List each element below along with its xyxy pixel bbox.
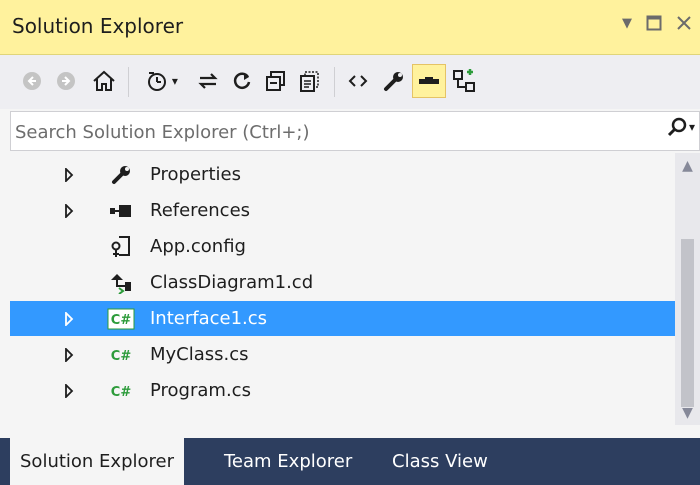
- tree-item-program[interactable]: C# Program.cs: [10, 373, 675, 408]
- vertical-scrollbar[interactable]: ▲ ▼: [675, 153, 700, 425]
- view-class-diagram-icon[interactable]: [448, 65, 480, 97]
- home-icon[interactable]: [88, 65, 120, 97]
- toolbar-separator: [128, 67, 129, 97]
- class-diagram-icon: [106, 268, 136, 298]
- solution-tree: Properties References App.config ClassDi…: [10, 153, 675, 425]
- view-code-icon[interactable]: [342, 65, 374, 97]
- preview-selected-items-icon[interactable]: [412, 64, 446, 98]
- toolbar-separator: [334, 67, 335, 97]
- tree-item-label: References: [150, 200, 251, 221]
- tree-item-label: Interface1.cs: [150, 308, 268, 329]
- tree-item-interface1[interactable]: C# Interface1.cs: [10, 301, 675, 336]
- solution-explorer-panel: Solution Explorer ▼ ▾ Search Solution Ex…: [0, 0, 700, 485]
- search-box: ▾: [10, 111, 700, 152]
- title-bar[interactable]: Solution Explorer ▼: [0, 0, 700, 55]
- sync-with-document-icon[interactable]: [192, 65, 224, 97]
- tree-item-label: Properties: [150, 164, 241, 185]
- svg-text:C#: C#: [111, 385, 132, 400]
- expand-arrow-icon[interactable]: [62, 311, 76, 326]
- tree-item-label: App.config: [150, 236, 246, 257]
- tree-item-label: ClassDiagram1.cd: [150, 272, 314, 293]
- close-icon[interactable]: [676, 12, 692, 36]
- references-icon: [106, 196, 136, 226]
- scroll-down-arrow-icon[interactable]: ▼: [675, 400, 700, 425]
- refresh-icon[interactable]: [226, 65, 258, 97]
- window-controls: ▼: [622, 12, 692, 36]
- panel-title: Solution Explorer: [12, 14, 184, 38]
- wrench-icon: [106, 160, 136, 190]
- pending-changes-filter-icon[interactable]: ▾: [138, 65, 186, 97]
- expand-arrow-icon[interactable]: [62, 347, 76, 362]
- tree-item-myclass[interactable]: C# MyClass.cs: [10, 337, 675, 372]
- maximize-icon[interactable]: [646, 12, 662, 36]
- tree-item-label: MyClass.cs: [150, 344, 249, 365]
- collapse-all-icon[interactable]: [260, 65, 292, 97]
- expand-arrow-icon[interactable]: [62, 203, 76, 218]
- csharp-file-icon: C#: [106, 376, 136, 406]
- expand-arrow-icon[interactable]: [62, 383, 76, 398]
- expand-arrow-icon[interactable]: [62, 167, 76, 182]
- scroll-up-arrow-icon[interactable]: ▲: [675, 153, 700, 178]
- tree-item-classdiagram[interactable]: ClassDiagram1.cd: [10, 265, 675, 300]
- forward-icon[interactable]: [50, 65, 82, 97]
- search-options-button[interactable]: ▾: [667, 117, 695, 137]
- tree-item-label: Program.cs: [150, 380, 251, 401]
- show-all-files-icon[interactable]: [294, 65, 326, 97]
- tab-class-view[interactable]: Class View: [382, 438, 498, 485]
- tree-item-properties[interactable]: Properties: [10, 157, 675, 192]
- back-icon[interactable]: [16, 65, 48, 97]
- toolbar: ▾: [0, 55, 700, 109]
- tab-solution-explorer[interactable]: Solution Explorer: [10, 438, 184, 485]
- svg-text:C#: C#: [111, 349, 132, 364]
- config-file-icon: [106, 232, 136, 262]
- tree-item-app-config[interactable]: App.config: [10, 229, 675, 264]
- csharp-file-icon: C#: [106, 340, 136, 370]
- svg-text:C#: C#: [111, 313, 132, 328]
- csharp-file-icon: C#: [106, 304, 136, 334]
- search-icon: [667, 117, 687, 137]
- bottom-tab-bar: Solution Explorer Team Explorer Class Vi…: [0, 438, 700, 485]
- properties-wrench-icon[interactable]: [378, 65, 410, 97]
- scrollbar-thumb[interactable]: [681, 239, 694, 407]
- tab-team-explorer[interactable]: Team Explorer: [214, 438, 362, 485]
- search-input[interactable]: [11, 112, 617, 152]
- tree-item-references[interactable]: References: [10, 193, 675, 228]
- window-position-dropdown-icon[interactable]: ▼: [622, 12, 632, 36]
